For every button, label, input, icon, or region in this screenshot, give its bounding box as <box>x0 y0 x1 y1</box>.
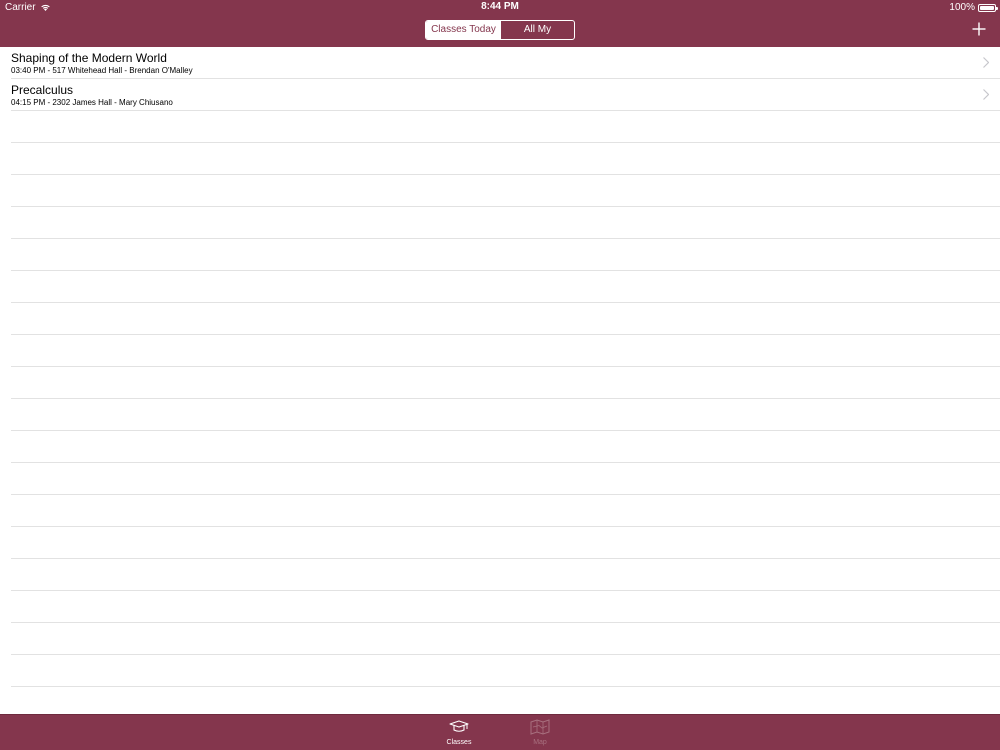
tab-classes-label: Classes <box>446 739 472 746</box>
empty-row <box>11 623 1000 655</box>
class-details: 03:40 PM - 517 Whitehead Hall - Brendan … <box>11 66 193 75</box>
map-icon <box>530 719 550 735</box>
add-class-button[interactable] <box>972 22 986 36</box>
plus-icon <box>972 22 986 36</box>
empty-row <box>11 303 1000 335</box>
tab-bar: Classes Map <box>0 714 1000 750</box>
chevron-right-icon <box>983 57 989 68</box>
empty-row <box>11 239 1000 271</box>
empty-row <box>11 495 1000 527</box>
segment-all-my-classes[interactable]: All My Classes <box>501 21 574 39</box>
empty-rows <box>0 111 1000 687</box>
class-title: Shaping of the Modern World <box>11 51 167 65</box>
empty-row <box>11 559 1000 591</box>
empty-row <box>11 207 1000 239</box>
empty-row <box>11 399 1000 431</box>
class-row-shaping-modern-world[interactable]: Shaping of the Modern World 03:40 PM - 5… <box>11 47 1000 79</box>
empty-row <box>11 527 1000 559</box>
status-time: 8:44 PM <box>481 1 519 12</box>
segment-classes-today[interactable]: Classes Today <box>426 21 501 39</box>
empty-row <box>11 591 1000 623</box>
empty-row <box>11 463 1000 495</box>
graduation-cap-icon <box>449 720 469 732</box>
empty-row <box>11 655 1000 687</box>
class-row-precalculus[interactable]: Precalculus 04:15 PM - 2302 James Hall -… <box>11 79 1000 111</box>
class-filter-segmented-control: Classes Today All My Classes <box>425 20 575 40</box>
battery-icon <box>978 3 998 12</box>
status-battery: 100% <box>949 2 998 13</box>
screen: Carrier 8:44 PM 100% Classes Today All M… <box>0 0 1000 750</box>
empty-row <box>11 143 1000 175</box>
tab-map-label: Map <box>533 739 547 746</box>
class-details: 04:15 PM - 2302 James Hall - Mary Chiusa… <box>11 98 173 107</box>
battery-percent: 100% <box>949 2 975 13</box>
empty-row <box>11 335 1000 367</box>
class-list: Shaping of the Modern World 03:40 PM - 5… <box>0 47 1000 714</box>
chevron-right-icon <box>983 89 989 100</box>
empty-row <box>11 271 1000 303</box>
header: Carrier 8:44 PM 100% Classes Today All M… <box>0 0 1000 47</box>
tab-classes[interactable]: Classes <box>436 719 482 749</box>
empty-row <box>11 431 1000 463</box>
empty-row <box>11 367 1000 399</box>
status-bar: Carrier 8:44 PM 100% <box>0 0 1000 16</box>
empty-row <box>11 111 1000 143</box>
empty-row <box>11 175 1000 207</box>
class-title: Precalculus <box>11 83 74 97</box>
tab-map[interactable]: Map <box>517 719 563 749</box>
